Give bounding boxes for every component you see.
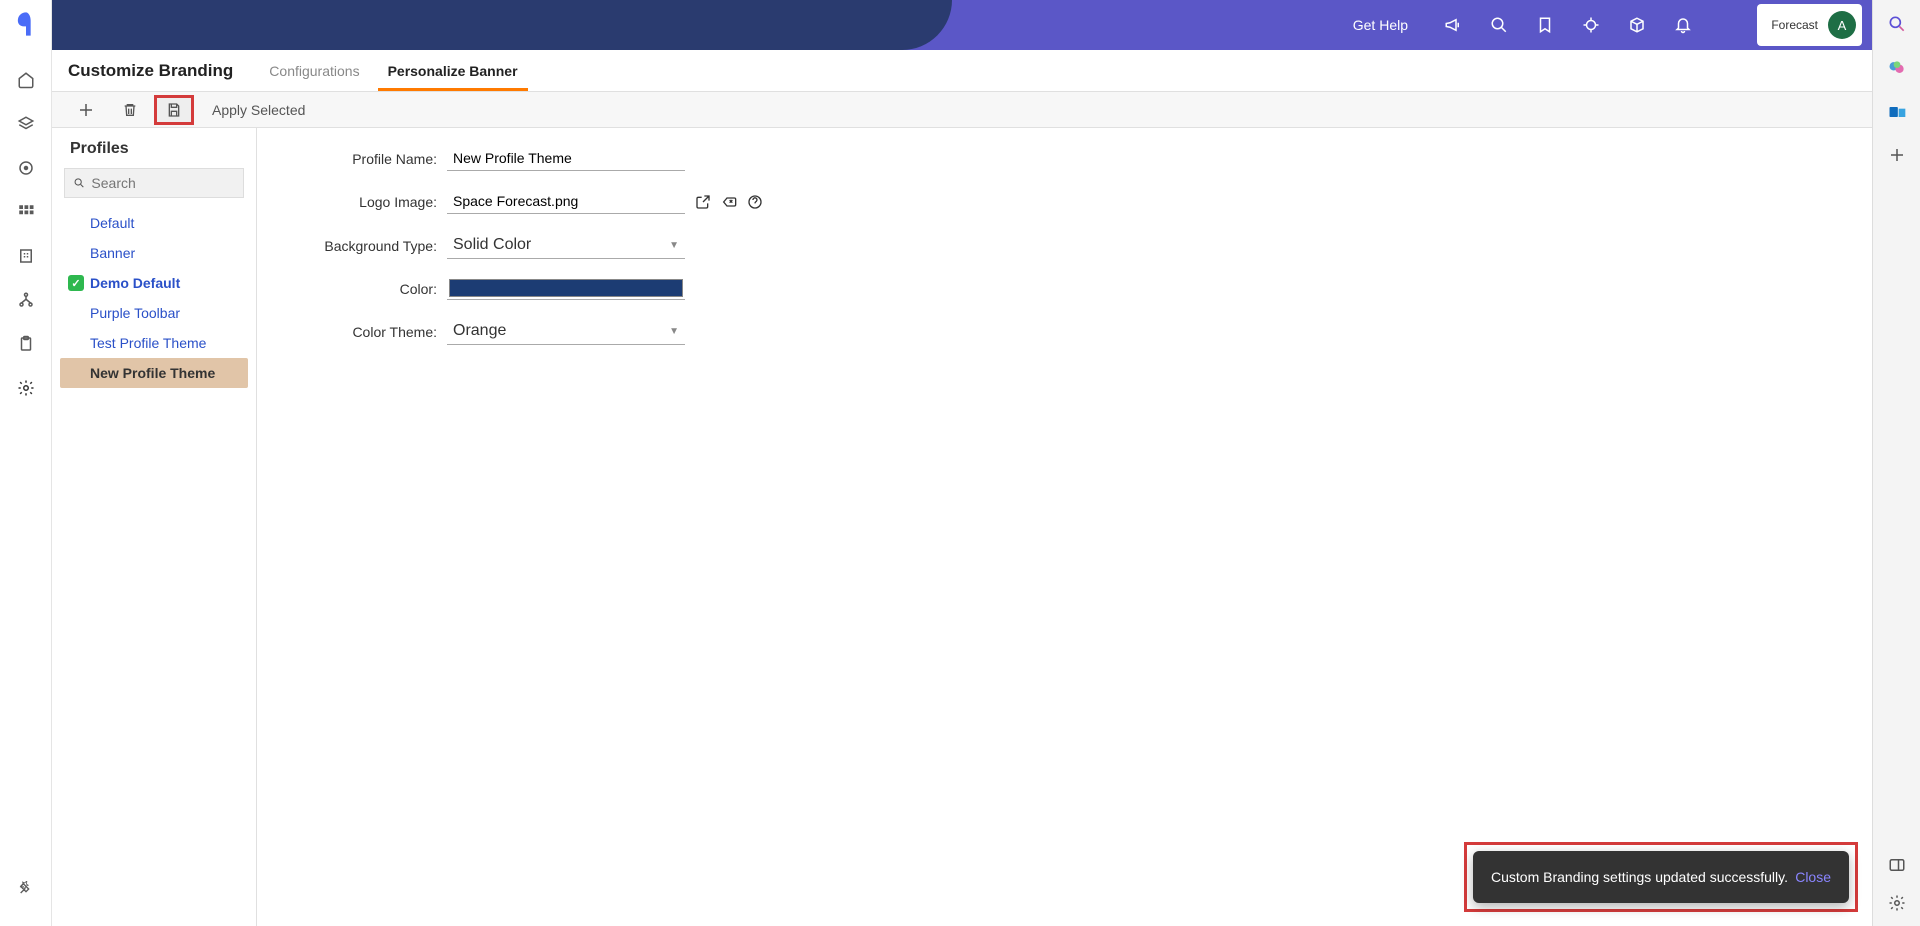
profile-purple-toolbar[interactable]: Purple Toolbar [52,298,256,328]
background-type-select[interactable]: Solid Color ▼ [447,232,685,259]
banner-dark-section [52,0,952,50]
profile-test-profile-theme[interactable]: Test Profile Theme [52,328,256,358]
tabs: Configurations Personalize Banner [269,50,517,91]
brand-logo [12,10,40,38]
user-box[interactable]: Forecast A [1757,4,1862,46]
apply-selected-button[interactable]: Apply Selected [212,102,305,118]
box-icon[interactable] [14,112,38,136]
row-color: Color: [297,277,1872,300]
target-icon[interactable] [14,156,38,180]
color-theme-select[interactable]: Orange ▼ [447,318,685,345]
panel-icon[interactable] [1888,856,1906,874]
profile-name-input[interactable] [447,146,685,171]
profile-default[interactable]: Default [52,208,256,238]
megaphone-icon[interactable] [1444,16,1462,34]
open-external-icon[interactable] [695,194,711,210]
top-banner: Get Help Forecast A [52,0,1872,50]
bookmark-icon[interactable] [1536,16,1554,34]
logo-image-input[interactable] [447,189,685,214]
row-color-theme: Color Theme: Orange ▼ [297,318,1872,345]
toolbar: Apply Selected [52,92,1872,128]
chevron-down-icon: ▼ [669,240,679,251]
profile-name-label: Profile Name: [297,151,437,167]
search-icon[interactable] [1490,16,1508,34]
os-search-icon[interactable] [1887,14,1907,34]
profiles-heading: Profiles [52,140,256,168]
clipboard-icon[interactable] [14,332,38,356]
toast-inner: Custom Branding settings updated success… [1473,851,1849,903]
add-tab-icon[interactable] [1888,146,1906,164]
search-icon-small [73,176,85,190]
page-title: Customize Branding [68,61,233,81]
row-background-type: Background Type: Solid Color ▼ [297,232,1872,259]
profiles-search[interactable] [64,168,244,198]
user-avatar: A [1828,11,1856,39]
body-split: Profiles Default Banner ✓ Demo Default P… [52,128,1872,926]
save-button[interactable] [154,95,194,125]
page-header: Customize Branding Configurations Person… [52,50,1872,92]
building-icon[interactable] [14,244,38,268]
row-profile-name: Profile Name: [297,146,1872,171]
color-swatch[interactable] [449,279,683,297]
banner-actions: Get Help [1353,16,1692,34]
search-input[interactable] [91,175,235,191]
form-area: Profile Name: Logo Image: [257,128,1872,926]
background-type-label: Background Type: [297,238,437,254]
logo-row-icons [695,194,763,210]
grid-icon[interactable] [14,200,38,224]
copilot-icon[interactable] [1887,58,1907,78]
os-settings-icon[interactable] [1888,894,1906,912]
profile-demo-default-label: Demo Default [90,275,180,291]
settings-icon[interactable] [14,376,38,400]
color-label: Color: [297,281,437,297]
bell-icon[interactable] [1674,16,1692,34]
pin-icon[interactable] [14,877,38,901]
chevron-down-icon: ▼ [669,326,679,337]
tab-personalize-banner[interactable]: Personalize Banner [388,50,518,91]
toast-message: Custom Branding settings updated success… [1491,869,1788,885]
user-name: Forecast [1771,18,1818,32]
home-icon[interactable] [14,68,38,92]
hierarchy-icon[interactable] [14,288,38,312]
tab-configurations[interactable]: Configurations [269,50,359,91]
app-rail [0,0,52,926]
cube-icon[interactable] [1628,16,1646,34]
clear-icon[interactable] [721,194,737,210]
profile-demo-default[interactable]: ✓ Demo Default [52,268,256,298]
row-logo-image: Logo Image: [297,189,1872,214]
profile-new-profile-theme[interactable]: New Profile Theme [60,358,248,388]
toast-close-button[interactable]: Close [1795,869,1831,885]
crosshair-icon[interactable] [1582,16,1600,34]
outlook-icon[interactable] [1887,102,1907,122]
get-help-link[interactable]: Get Help [1353,17,1408,33]
help-icon[interactable] [747,194,763,210]
add-button[interactable] [66,95,106,125]
profile-banner[interactable]: Banner [52,238,256,268]
main-content: Get Help Forecast A C [52,0,1872,926]
os-rail [1872,0,1920,926]
check-icon: ✓ [68,275,84,291]
delete-button[interactable] [110,95,150,125]
profiles-panel: Profiles Default Banner ✓ Demo Default P… [52,128,257,926]
toast: Custom Branding settings updated success… [1464,842,1858,912]
color-theme-value: Orange [453,322,506,340]
background-type-value: Solid Color [453,236,531,254]
color-theme-label: Color Theme: [297,324,437,340]
logo-image-label: Logo Image: [297,194,437,210]
